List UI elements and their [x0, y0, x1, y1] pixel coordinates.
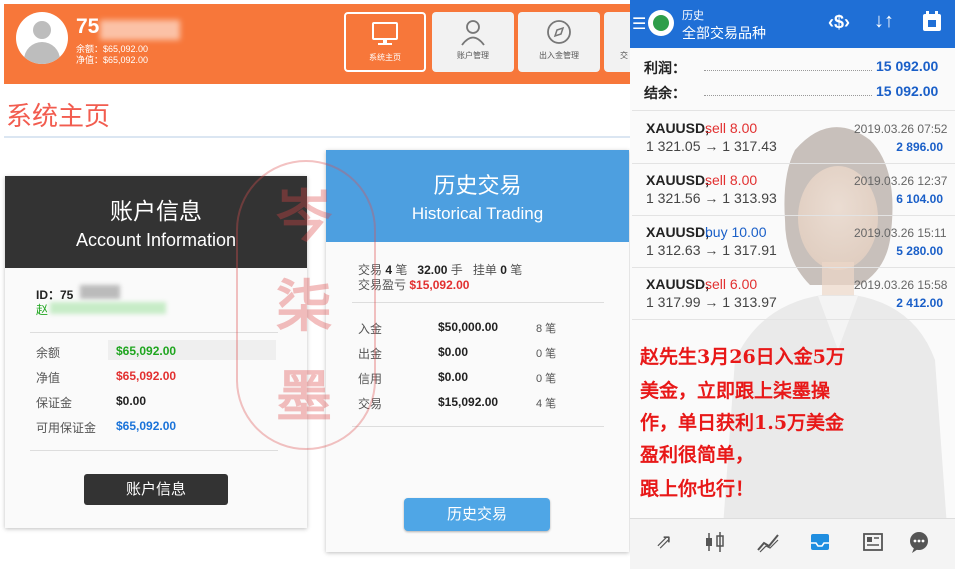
account-name-prefix: 赵	[36, 303, 49, 317]
margin-value: $0.00	[116, 394, 147, 408]
redacted-id	[80, 285, 120, 299]
deposit-count: 8 笔	[536, 323, 557, 335]
menu-icon[interactable]: ☰	[632, 14, 646, 34]
currency-sort-icon[interactable]: ‹$›	[828, 12, 850, 33]
stamp-char-1: 岑	[276, 184, 332, 250]
redacted-name	[50, 302, 166, 314]
free-margin-value: $65,092.00	[116, 419, 177, 433]
trade-row[interactable]: XAUUSD, sell 8.00 1 321.56 → 1 313.93 20…	[632, 164, 955, 212]
balance-label: 余额	[36, 346, 61, 360]
stamp-char-3: 墨	[276, 364, 332, 430]
nav-tab-home[interactable]: 系统主页	[344, 12, 426, 72]
credit-value: $0.00	[438, 370, 469, 384]
account-equity-line: 净值：$65,092.00	[76, 55, 149, 65]
monitor-icon	[346, 20, 424, 48]
nav-tab-funds[interactable]: 出入金管理	[518, 12, 600, 72]
mobile-subtitle[interactable]: 全部交易品种	[682, 23, 766, 43]
trade-row[interactable]: XAUUSD, sell 6.00 1 317.99 → 1 313.97 20…	[632, 268, 955, 316]
title-divider	[4, 136, 630, 138]
list-icon	[604, 18, 630, 46]
app-logo-icon	[648, 10, 674, 36]
news-icon[interactable]	[861, 530, 885, 554]
user-icon	[432, 18, 514, 46]
history-trading-button[interactable]: 历史交易	[404, 498, 550, 531]
promo-line-1: 赵先生3月26日入金5万	[640, 346, 845, 368]
trade-row[interactable]: XAUUSD, buy 10.00 1 312.63 → 1 317.91 20…	[632, 216, 955, 264]
trade-row[interactable]: XAUUSD, sell 8.00 1 321.05 → 1 317.43 20…	[632, 112, 955, 160]
free-margin-label: 可用保证金	[36, 421, 97, 435]
promo-line-2: 美金，立即跟上柒墨操	[640, 380, 831, 402]
balance-value-mobile: 15 092.00	[876, 83, 939, 99]
candlestick-icon[interactable]	[703, 530, 727, 554]
promo-line-3: 作，单日获利1.5万美金	[640, 412, 845, 434]
trade-arrows-icon[interactable]: ⇗	[652, 530, 676, 554]
account-id-prefix: 75	[76, 15, 100, 38]
credit-count: 0 笔	[536, 373, 557, 385]
nav-tab-account[interactable]: 账户管理	[432, 12, 514, 72]
nav-tab-trade[interactable]: 交	[604, 12, 630, 72]
promo-line-5: 跟上你也行！	[640, 478, 755, 500]
mobile-header	[630, 0, 955, 48]
deposit-value: $50,000.00	[438, 320, 499, 334]
redacted-account-id	[100, 20, 180, 40]
compass-icon	[518, 18, 600, 46]
page-title: 系统主页	[6, 101, 111, 131]
profit-value: 15 092.00	[876, 58, 939, 74]
equity-label: 净值	[36, 371, 61, 385]
inbox-icon[interactable]	[808, 530, 832, 554]
history-title-zh: 历史交易	[433, 173, 522, 198]
withdraw-value: $0.00	[438, 345, 469, 359]
avatar[interactable]	[16, 12, 68, 64]
sort-icon[interactable]: ↓↑	[874, 10, 894, 33]
account-info-button[interactable]: 账户信息	[84, 474, 228, 505]
promo-line-4: 盈利很简单，	[640, 444, 755, 466]
trade-count: 4 笔	[536, 398, 557, 410]
profit-label: 利润：	[644, 60, 686, 76]
stamp-char-2: 柒	[276, 274, 332, 340]
balance-label-mobile: 结余：	[644, 85, 686, 101]
chart-line-icon[interactable]	[756, 530, 780, 554]
withdraw-count: 0 笔	[536, 348, 557, 360]
balance-value: $65,092.00	[116, 344, 177, 358]
account-balance-line: 余额：$65,092.00	[76, 44, 149, 54]
calendar-icon[interactable]	[922, 10, 942, 32]
margin-label: 保证金	[36, 396, 73, 410]
chat-icon[interactable]	[907, 530, 931, 554]
equity-value: $65,092.00	[116, 369, 177, 383]
trade-value: $15,092.00	[438, 395, 499, 409]
mobile-title: 历史	[682, 10, 704, 22]
